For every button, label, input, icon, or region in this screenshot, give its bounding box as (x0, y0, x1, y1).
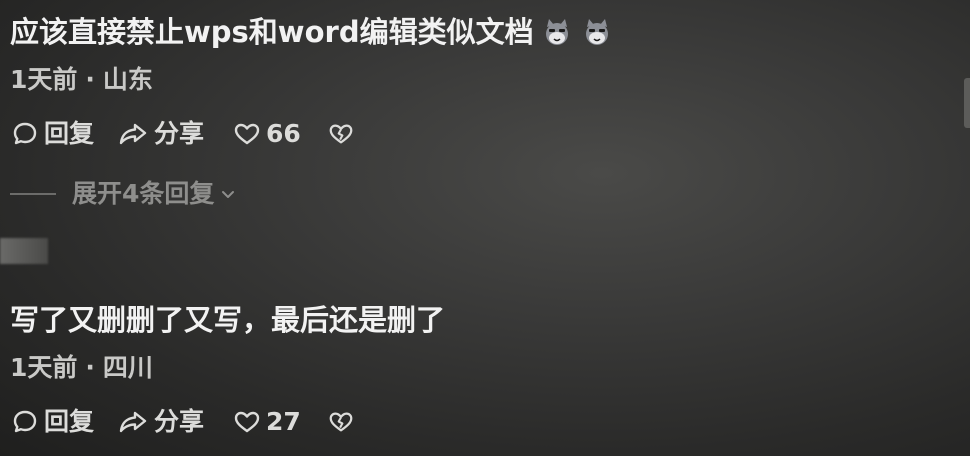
cat-face-emoji-icon (585, 19, 608, 45)
share-label: 分享 (154, 407, 205, 436)
share-arrow-icon (119, 411, 147, 433)
comment-time: 1天前 (10, 353, 78, 382)
comment-meta: 1天前 · 四川 (10, 352, 970, 384)
dislike-button[interactable] (327, 120, 355, 148)
comment-actions: 回复 分享 66 (10, 118, 970, 150)
like-count: 66 (266, 119, 301, 148)
share-button[interactable]: 分享 (116, 118, 204, 150)
divider-line (10, 193, 56, 195)
comment-text: 应该直接禁止wps和word编辑类似文档 (10, 15, 534, 49)
reply-button[interactable]: 回复 (10, 118, 94, 150)
chevron-down-icon (220, 186, 236, 202)
like-button[interactable]: 66 (232, 118, 301, 150)
emoji-group (542, 17, 612, 47)
heart-outline-icon (234, 411, 260, 433)
like-count: 27 (266, 407, 301, 436)
comment-body: 应该直接禁止wps和word编辑类似文档 (10, 12, 970, 52)
like-button[interactable]: 27 (232, 406, 301, 438)
comment-item: 写了又删删了又写，最后还是删了 1天前 · 四川 回复 分享 27 (10, 300, 970, 438)
reply-label: 回复 (44, 119, 95, 148)
broken-heart-icon (329, 124, 353, 144)
share-label: 分享 (154, 119, 205, 148)
comment-location: 四川 (102, 353, 153, 382)
meta-separator: · (85, 353, 95, 382)
expand-replies-label: 展开4条回复 (72, 179, 215, 208)
reply-button[interactable]: 回复 (10, 406, 94, 438)
comment-location: 山东 (102, 65, 153, 94)
comment-body: 写了又删删了又写，最后还是删了 (10, 300, 970, 340)
share-arrow-icon (119, 123, 147, 145)
comment-time: 1天前 (10, 65, 78, 94)
reply-label: 回复 (44, 407, 95, 436)
broken-heart-icon (329, 412, 353, 432)
cat-face-emoji-icon (545, 19, 568, 45)
comment-item: 应该直接禁止wps和word编辑类似文档 1天前 · 山东 回复 分享 66 (10, 12, 970, 150)
speech-bubble-icon (13, 410, 37, 433)
comment-meta: 1天前 · 山东 (10, 64, 970, 96)
expand-replies-button[interactable]: 展开4条回复 (10, 178, 236, 210)
avatar[interactable] (0, 238, 48, 264)
share-button[interactable]: 分享 (116, 406, 204, 438)
heart-outline-icon (234, 123, 260, 145)
meta-separator: · (85, 65, 95, 94)
speech-bubble-icon (13, 122, 37, 145)
dislike-button[interactable] (327, 408, 355, 436)
comment-actions: 回复 分享 27 (10, 406, 970, 438)
comment-text: 写了又删删了又写，最后还是删了 (10, 303, 446, 337)
